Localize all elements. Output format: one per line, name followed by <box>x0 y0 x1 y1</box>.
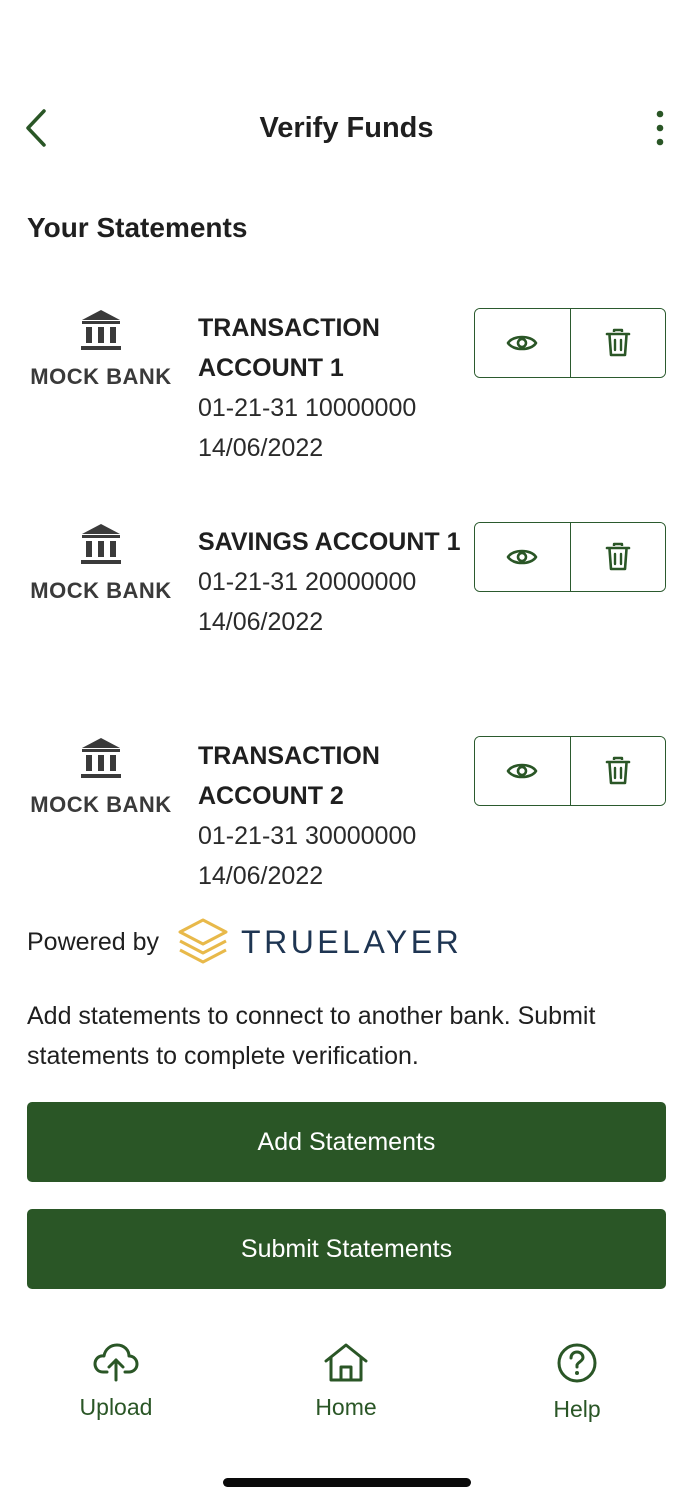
delete-statement-button[interactable] <box>569 523 665 591</box>
bottom-nav: Upload Home Help <box>0 1342 693 1442</box>
more-options-button[interactable] <box>645 106 675 150</box>
bank-name: MOCK BANK <box>30 578 172 603</box>
trash-icon <box>605 542 631 571</box>
nav-label: Home <box>315 1394 377 1420</box>
eye-icon <box>506 549 538 565</box>
eye-icon <box>506 335 538 351</box>
statement-actions <box>474 522 666 592</box>
statement-actions <box>474 736 666 806</box>
nav-label: Upload <box>79 1394 153 1420</box>
account-name: TRANSACTION ACCOUNT 1 <box>198 314 380 382</box>
nav-label: Help <box>553 1396 601 1422</box>
account-name: SAVINGS ACCOUNT 1 <box>198 528 461 556</box>
submit-statements-button[interactable]: Submit Statements <box>27 1209 666 1289</box>
nav-home[interactable]: Home <box>276 1342 416 1421</box>
statement-actions <box>474 308 666 378</box>
bank-icon <box>81 738 121 778</box>
bank-name: MOCK BANK <box>30 792 172 817</box>
statement-item: MOCK BANK TRANSACTION ACCOUNT 2 01-21-31… <box>0 736 693 926</box>
delete-statement-button[interactable] <box>569 309 665 377</box>
account-number: 01-21-31 10000000 <box>198 394 417 422</box>
bank-icon <box>81 310 121 350</box>
statement-date: 14/06/2022 <box>198 434 324 462</box>
header: Verify Funds <box>0 100 693 160</box>
view-statement-button[interactable] <box>475 309 570 377</box>
statement-date: 14/06/2022 <box>198 608 324 636</box>
home-indicator[interactable] <box>223 1478 471 1487</box>
view-statement-button[interactable] <box>475 737 570 805</box>
page-title: Verify Funds <box>259 112 434 144</box>
statement-item: MOCK BANK TRANSACTION ACCOUNT 1 01-21-31… <box>0 308 693 498</box>
bank-logo: MOCK BANK <box>26 736 176 818</box>
bank-icon <box>81 524 121 564</box>
eye-icon <box>506 763 538 779</box>
statement-info: TRANSACTION ACCOUNT 2 01-21-31 30000000 … <box>198 736 463 896</box>
powered-by-label: Powered by <box>27 927 160 956</box>
bank-name: MOCK BANK <box>30 364 172 389</box>
statement-info: TRANSACTION ACCOUNT 1 01-21-31 10000000 … <box>198 308 463 468</box>
trash-icon <box>605 756 631 785</box>
nav-upload[interactable]: Upload <box>46 1342 186 1421</box>
home-icon <box>324 1343 368 1382</box>
truelayer-wordmark: TRUELAYER <box>241 923 463 960</box>
cloud-upload-icon <box>93 1343 139 1382</box>
add-statements-button[interactable]: Add Statements <box>27 1102 666 1182</box>
powered-by: Powered by TRUELAYER <box>27 912 462 972</box>
account-number: 01-21-31 20000000 <box>198 568 417 596</box>
account-name: TRANSACTION ACCOUNT 2 <box>198 742 380 810</box>
truelayer-logo: TRUELAYER <box>177 917 462 967</box>
truelayer-layers-icon <box>178 918 228 964</box>
helper-text: Add statements to connect to another ban… <box>27 1002 596 1070</box>
statement-item: MOCK BANK SAVINGS ACCOUNT 1 01-21-31 200… <box>0 522 693 712</box>
account-number: 01-21-31 30000000 <box>198 822 417 850</box>
nav-help[interactable]: Help <box>507 1342 647 1423</box>
bank-logo: MOCK BANK <box>26 308 176 390</box>
more-vertical-icon <box>656 110 664 146</box>
delete-statement-button[interactable] <box>569 737 665 805</box>
section-title: Your Statements <box>27 212 248 243</box>
help-circle-icon <box>557 1343 597 1383</box>
statement-info: SAVINGS ACCOUNT 1 01-21-31 20000000 14/0… <box>198 522 463 642</box>
view-statement-button[interactable] <box>475 523 570 591</box>
bank-logo: MOCK BANK <box>26 522 176 604</box>
statement-date: 14/06/2022 <box>198 862 324 890</box>
trash-icon <box>605 328 631 357</box>
